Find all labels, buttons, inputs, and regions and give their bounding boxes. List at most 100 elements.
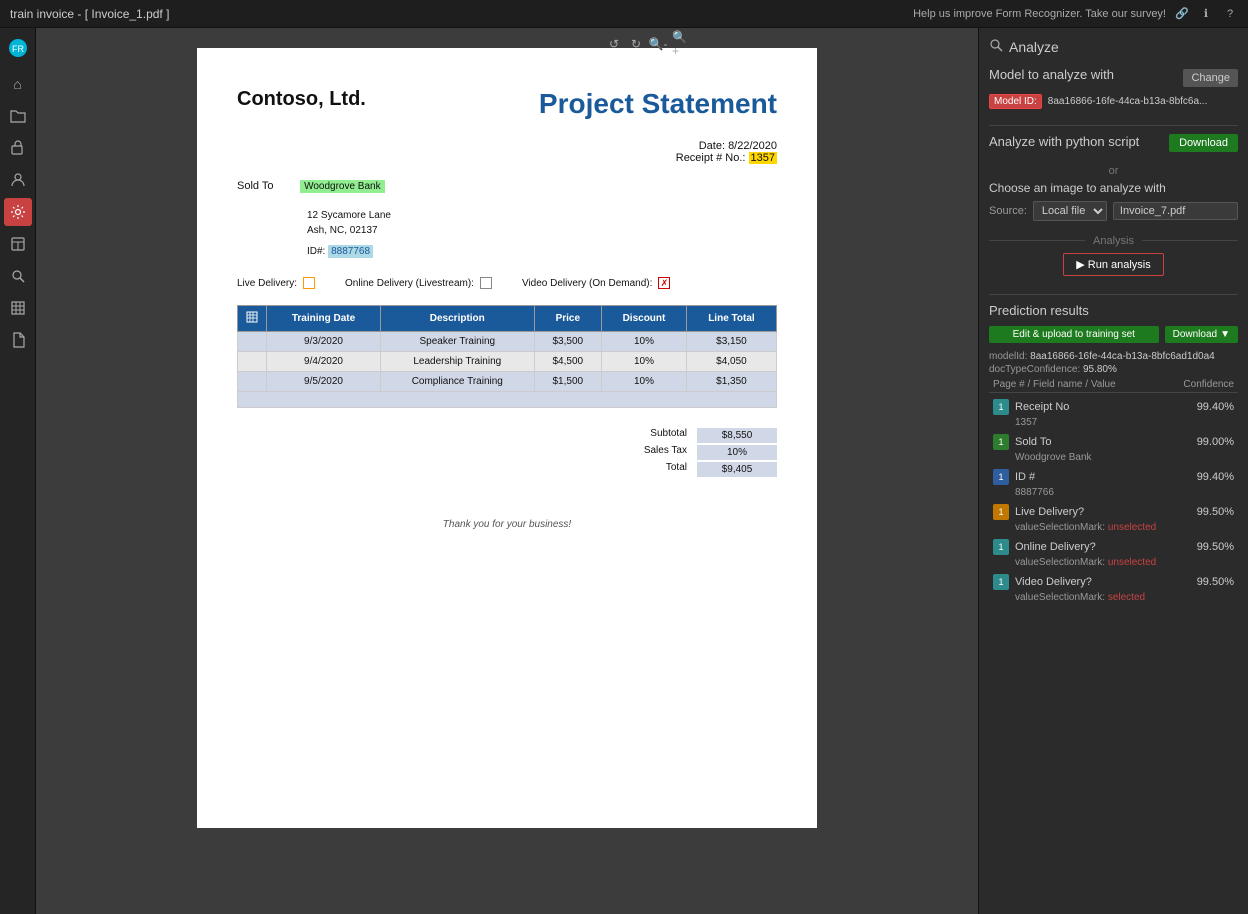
doc-header: Contoso, Ltd. Project Statement	[237, 88, 777, 120]
edit-upload-button[interactable]: Edit & upload to training set	[989, 326, 1159, 343]
analyze-panel-icon	[989, 38, 1003, 55]
document-viewer: ↺ ↻ 🔍- 🔍+ Contoso, Ltd. Project Statemen…	[36, 28, 978, 914]
model-info-confidence: docTypeConfidence: 95.80%	[989, 364, 1238, 375]
settings-sidebar-icon[interactable]	[4, 198, 32, 226]
prediction-title: Prediction results	[989, 303, 1238, 318]
subtotal-row: Subtotal $8,550	[627, 428, 777, 443]
row3-date: 9/5/2020	[267, 372, 381, 392]
row3-icon	[238, 372, 267, 392]
result-video-delivery: 1 Video Delivery? 99.50% valueSelectionM…	[989, 570, 1238, 603]
source-row: Source: Local file	[989, 201, 1238, 221]
table-sidebar-icon[interactable]	[4, 294, 32, 322]
undo-icon[interactable]: ↺	[606, 36, 622, 52]
sold-to-val: Woodgrove Bank	[300, 180, 385, 193]
id-label: ID#:	[307, 246, 325, 257]
choose-image-section: Choose an image to analyze with Source: …	[989, 181, 1238, 227]
person-sidebar-icon[interactable]	[4, 166, 32, 194]
receipt-no-page-badge: 1	[993, 399, 1009, 415]
run-analysis-button[interactable]: ▶ Run analysis	[1063, 253, 1164, 276]
python-title: Analyze with python script	[989, 134, 1139, 151]
model-info-id: modelId: 8aa16866-16fe-44ca-b13a-8bfc6ad…	[989, 351, 1238, 362]
date-label: Date:	[699, 140, 725, 152]
doc-delivery: Live Delivery: Online Delivery (Livestre…	[237, 277, 777, 289]
zoom-out-icon[interactable]: 🔍-	[650, 36, 666, 52]
or-divider: or	[989, 165, 1238, 177]
row1-price: $3,500	[534, 332, 602, 352]
video-delivery-field: Video Delivery?	[1015, 576, 1197, 588]
table-header-desc: Description	[381, 306, 535, 332]
online-delivery-item: Online Delivery (Livestream):	[345, 277, 492, 289]
doc-totals: Subtotal $8,550 Sales Tax 10% Total $9,4…	[237, 428, 777, 479]
model-info-id-val: 8aa16866-16fe-44ca-b13a-8bfc6ad1d0a4	[1030, 351, 1215, 362]
layout-sidebar-icon[interactable]	[4, 230, 32, 258]
results-table-header: Page # / Field name / Value Confidence	[989, 377, 1238, 393]
tax-row: Sales Tax 10%	[627, 445, 777, 460]
home-sidebar-icon[interactable]: ⌂	[4, 70, 32, 98]
receipt-no-field: Receipt No	[1015, 401, 1197, 413]
row1-icon	[238, 332, 267, 352]
dropdown-arrow-icon: ▼	[1220, 329, 1230, 340]
source-label: Source:	[989, 205, 1027, 217]
total-val: $9,405	[697, 462, 777, 477]
receipt-val: 1357	[749, 152, 777, 164]
row2-price: $4,500	[534, 352, 602, 372]
redo-icon[interactable]: ↻	[628, 36, 644, 52]
results-col1-header: Page # / Field name / Value	[993, 379, 1116, 390]
document-sidebar-icon[interactable]	[4, 326, 32, 354]
right-panel: Analyze Model to analyze with Change Mod…	[978, 28, 1248, 914]
address-line2: Ash, NC, 02137	[307, 223, 777, 238]
analysis-label: Analysis	[1093, 235, 1134, 247]
sold-to-value: Woodgrove Bank	[989, 452, 1238, 463]
result-receipt-no-row: 1 Receipt No 99.40%	[989, 395, 1238, 417]
doc-type-confidence-val: 95.80%	[1083, 364, 1117, 375]
live-delivery-checkbox	[303, 277, 315, 289]
prediction-results-list: 1 Receipt No 99.40% 1357 1 Sold To 99.00…	[989, 395, 1238, 605]
id-value: 8887766	[989, 487, 1238, 498]
tag-sidebar-icon[interactable]	[4, 134, 32, 162]
feedback-text: Help us improve Form Recognizer. Take ou…	[913, 8, 1166, 20]
result-online-delivery: 1 Online Delivery? 99.50% valueSelection…	[989, 535, 1238, 568]
row2-total: $4,050	[686, 352, 776, 372]
help-icon[interactable]: ?	[1222, 6, 1238, 22]
model-id-row: Model ID: 8aa16866-16fe-44ca-b13a-8bfc6a…	[989, 94, 1238, 109]
live-delivery-page-badge: 1	[993, 504, 1009, 520]
folder-sidebar-icon[interactable]	[4, 102, 32, 130]
top-bar-right: Help us improve Form Recognizer. Take ou…	[913, 6, 1238, 22]
main-layout: FR ⌂ ↺ ↻ 🔍-	[0, 28, 1248, 914]
source-select[interactable]: Local file	[1033, 201, 1107, 221]
sold-to-confidence: 99.00%	[1197, 436, 1234, 448]
video-delivery-item: Video Delivery (On Demand): ✗	[522, 277, 670, 289]
app-logo: FR	[4, 34, 32, 62]
analyze-sidebar-icon[interactable]	[4, 262, 32, 290]
info-icon[interactable]: ℹ	[1198, 6, 1214, 22]
svg-text:FR: FR	[12, 44, 24, 54]
video-delivery-label: Video Delivery (On Demand):	[522, 278, 652, 289]
external-link-icon[interactable]: 🔗	[1174, 6, 1190, 22]
viewer-toolbar: ↺ ↻ 🔍- 🔍+	[606, 36, 688, 52]
source-file-input[interactable]	[1113, 202, 1238, 220]
row2-icon	[238, 352, 267, 372]
result-id-row: 1 ID # 99.40%	[989, 465, 1238, 487]
online-delivery-status: unselected	[1108, 557, 1156, 568]
doc-meta: Date: 8/22/2020 Receipt # No.: 1357	[237, 140, 777, 164]
change-model-button[interactable]: Change	[1183, 69, 1238, 87]
address-line1: 12 Sycamore Lane	[307, 208, 777, 223]
download-dropdown-button[interactable]: Download ▼	[1165, 326, 1238, 343]
row2-date: 9/4/2020	[267, 352, 381, 372]
online-delivery-value: valueSelectionMark: unselected	[989, 557, 1238, 568]
row1-date: 9/3/2020	[267, 332, 381, 352]
model-section-header: Model to analyze with Change	[989, 67, 1238, 88]
row1-total: $3,150	[686, 332, 776, 352]
subtotal-label: Subtotal	[627, 428, 687, 443]
sold-to-field: Sold To	[1015, 436, 1197, 448]
left-sidebar: FR ⌂	[0, 28, 36, 914]
doc-company: Contoso, Ltd.	[237, 88, 366, 111]
python-download-button[interactable]: Download	[1169, 134, 1238, 152]
total-label: Total	[627, 462, 687, 477]
live-delivery-status: unselected	[1108, 522, 1156, 533]
zoom-in-icon[interactable]: 🔍+	[672, 36, 688, 52]
video-delivery-status: selected	[1108, 592, 1145, 603]
top-bar: train invoice - [ Invoice_1.pdf ] Help u…	[0, 0, 1248, 28]
results-col2-header: Confidence	[1183, 379, 1234, 390]
window-title: train invoice - [ Invoice_1.pdf ]	[10, 7, 169, 21]
